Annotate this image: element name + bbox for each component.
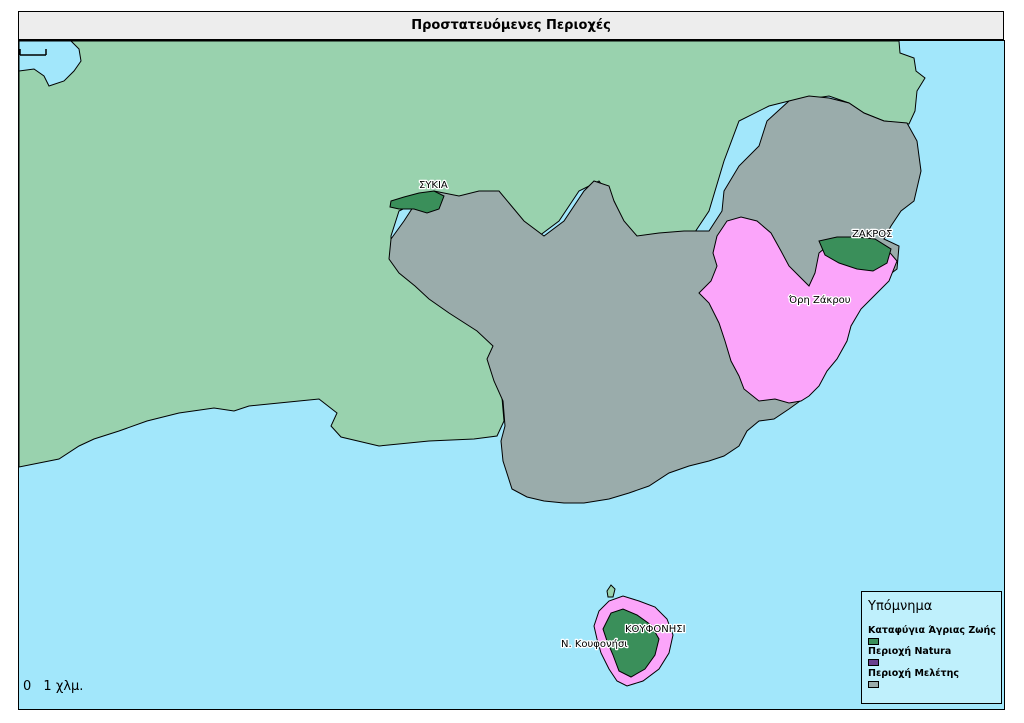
map-canvas[interactable]: ΣΥΚΙΑ ΖΑΚΡΟΣ Όρη Ζάκρου ΚΟΥΦΟΝΗΣΙ Ν. Κου… bbox=[18, 40, 1005, 710]
legend-title: Υπόμνημα bbox=[868, 599, 933, 614]
label-ori-zakrou: Όρη Ζάκρου bbox=[788, 294, 851, 306]
legend-box: Υπόμνημα Καταφύγια Άγριας Ζωής Περιοχή N… bbox=[861, 591, 1002, 704]
scale-one: 1 χλμ. bbox=[43, 679, 84, 694]
scale-zero: 0 bbox=[23, 679, 32, 694]
legend-item-natura-label: Περιοχή Natura bbox=[868, 646, 952, 657]
map-title: Προστατευόμενες Περιοχές bbox=[18, 11, 1004, 40]
map-svg: ΣΥΚΙΑ ΖΑΚΡΟΣ Όρη Ζάκρου ΚΟΥΦΟΝΗΣΙ Ν. Κου… bbox=[19, 41, 1004, 709]
label-n-koufonisi: Ν. Κουφονήσι bbox=[561, 638, 628, 650]
legend-swatch-study bbox=[868, 681, 879, 688]
label-sykia: ΣΥΚΙΑ bbox=[419, 180, 448, 191]
legend-swatch-natura bbox=[868, 659, 879, 666]
label-zakros: ΖΑΚΡΟΣ bbox=[852, 229, 892, 240]
legend-item-study-label: Περιοχή Μελέτης bbox=[868, 668, 959, 679]
label-koufonisi: ΚΟΥΦΟΝΗΣΙ bbox=[625, 624, 686, 635]
legend-swatch-wildlife bbox=[868, 638, 879, 645]
scale-bar bbox=[19, 49, 47, 56]
legend-item-wildlife-label: Καταφύγια Άγριας Ζωής bbox=[868, 625, 996, 636]
scale-labels: 0 1 χλμ. bbox=[23, 679, 83, 694]
